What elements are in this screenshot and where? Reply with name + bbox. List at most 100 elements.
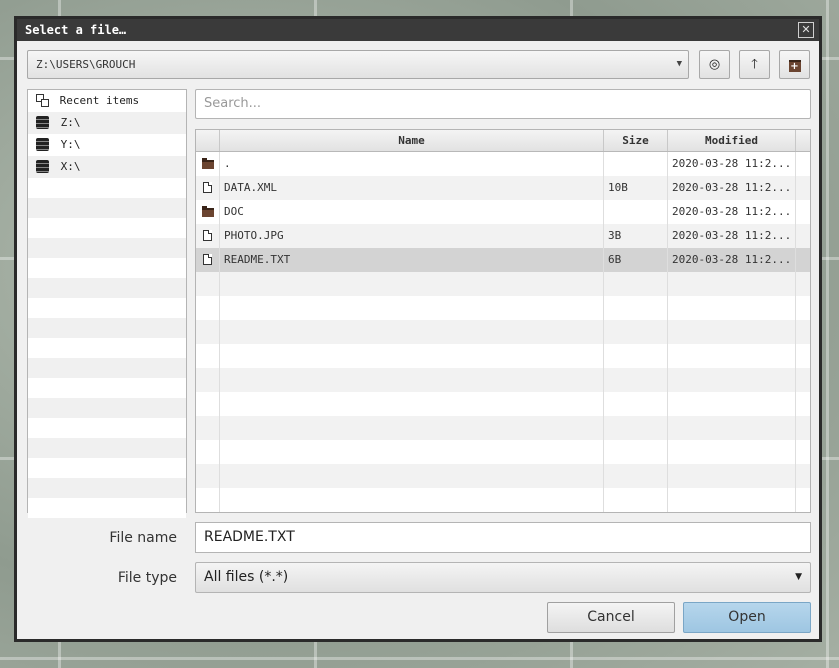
new-folder-button[interactable]: + — [779, 50, 810, 79]
row-icon-cell — [196, 176, 220, 200]
sidebar-empty-row — [28, 458, 186, 478]
sidebar-item-label: Y:\ — [60, 138, 81, 151]
row-extra-cell — [796, 248, 810, 272]
sidebar-item-drive-y[interactable]: Y:\ — [28, 134, 186, 156]
empty-row — [196, 272, 810, 296]
empty-cell — [796, 272, 810, 296]
file-name-label: File name — [109, 530, 177, 546]
empty-cell — [796, 296, 810, 320]
empty-cell — [220, 416, 604, 440]
empty-cell — [668, 320, 796, 344]
empty-cell — [668, 440, 796, 464]
sidebar-empty-row — [28, 378, 186, 398]
sidebar-empty-row — [28, 198, 186, 218]
sidebar-item-recent[interactable]: Recent items — [28, 90, 186, 112]
target-icon: ◎ — [708, 57, 721, 72]
empty-cell — [668, 344, 796, 368]
sidebar-item-drive-x[interactable]: X:\ — [28, 156, 186, 178]
empty-row — [196, 320, 810, 344]
column-header-name[interactable]: Name — [220, 130, 604, 151]
sidebar-empty-row — [28, 238, 186, 258]
empty-cell — [196, 368, 220, 392]
column-header-icon[interactable] — [196, 130, 220, 151]
file-name-cell: PHOTO.JPG — [220, 224, 604, 248]
file-name-cell: . — [220, 152, 604, 176]
search-input[interactable]: Search... — [195, 89, 811, 119]
sidebar-item-label: Recent items — [59, 94, 140, 107]
goto-location-button[interactable]: ◎ — [699, 50, 730, 79]
table-row[interactable]: DOC 2020-03-28 11:2... — [196, 200, 810, 224]
file-type-value: All files (*.*) — [204, 569, 289, 585]
file-modified-cell: 2020-03-28 11:2... — [668, 224, 796, 248]
file-modified-cell: 2020-03-28 11:2... — [668, 176, 796, 200]
new-folder-icon: + — [788, 60, 801, 72]
file-name-input[interactable]: README.TXT — [195, 522, 811, 553]
sidebar-empty-row — [28, 278, 186, 298]
table-row[interactable]: . 2020-03-28 11:2... — [196, 152, 810, 176]
dialog-title: Select a file… — [25, 23, 127, 37]
empty-cell — [604, 320, 668, 344]
recent-items-icon — [36, 94, 49, 107]
empty-cell — [220, 272, 604, 296]
empty-row — [196, 392, 810, 416]
empty-cell — [796, 392, 810, 416]
empty-cell — [796, 344, 810, 368]
file-name-cell: DATA.XML — [220, 176, 604, 200]
open-button[interactable]: Open — [683, 602, 811, 633]
table-row[interactable]: PHOTO.JPG 3B 2020-03-28 11:2... — [196, 224, 810, 248]
table-row[interactable]: README.TXT 6B 2020-03-28 11:2... — [196, 248, 810, 272]
row-extra-cell — [796, 176, 810, 200]
empty-cell — [796, 416, 810, 440]
column-header-modified[interactable]: Modified — [668, 130, 796, 151]
empty-cell — [668, 296, 796, 320]
empty-cell — [668, 368, 796, 392]
sidebar-empty-row — [28, 298, 186, 318]
empty-cell — [604, 344, 668, 368]
table-row[interactable]: DATA.XML 10B 2020-03-28 11:2... — [196, 176, 810, 200]
empty-cell — [604, 296, 668, 320]
path-dropdown[interactable]: Z:\USERS\GROUCH ▼ — [27, 50, 689, 79]
file-type-select[interactable]: All files (*.*) ▼ — [195, 562, 811, 593]
column-header-size[interactable]: Size — [604, 130, 668, 151]
sidebar-empty-row — [28, 498, 186, 518]
file-icon — [203, 254, 212, 265]
empty-cell — [668, 416, 796, 440]
sidebar-empty-row — [28, 338, 186, 358]
empty-cell — [196, 296, 220, 320]
cancel-button[interactable]: Cancel — [547, 602, 675, 633]
empty-cell — [220, 488, 604, 512]
file-rows: . 2020-03-28 11:2... DATA.XML 10B 2020-03-28… — [196, 152, 810, 512]
empty-cell — [196, 464, 220, 488]
file-type-label: File type — [117, 570, 177, 586]
empty-cell — [196, 392, 220, 416]
file-size-cell: 10B — [604, 176, 668, 200]
sidebar-empty-row — [28, 358, 186, 378]
row-extra-cell — [796, 152, 810, 176]
sidebar-empty-row — [28, 178, 186, 198]
file-icon — [203, 182, 212, 193]
empty-cell — [796, 488, 810, 512]
empty-cell — [796, 464, 810, 488]
sidebar-empty-row — [28, 218, 186, 238]
close-button[interactable]: ✕ — [798, 22, 814, 38]
file-icon — [203, 230, 212, 241]
empty-cell — [220, 296, 604, 320]
empty-row — [196, 368, 810, 392]
file-list[interactable]: Name Size Modified . 2020-03-28 11:2... DA… — [195, 129, 811, 513]
drive-icon — [36, 115, 49, 129]
file-list-header: Name Size Modified — [196, 130, 810, 152]
empty-cell — [196, 488, 220, 512]
row-icon-cell — [196, 200, 220, 224]
parent-folder-button[interactable]: 🡑 — [739, 50, 770, 79]
file-modified-cell: 2020-03-28 11:2... — [668, 200, 796, 224]
empty-cell — [220, 464, 604, 488]
file-size-cell: 3B — [604, 224, 668, 248]
file-size-cell: 6B — [604, 248, 668, 272]
sidebar-empty-row — [28, 478, 186, 498]
empty-cell — [220, 368, 604, 392]
file-dialog: Select a file… ✕ Z:\USERS\GROUCH ▼ ◎ 🡑 +… — [14, 16, 822, 642]
row-extra-cell — [796, 224, 810, 248]
sidebar-item-drive-z[interactable]: Z:\ — [28, 112, 186, 134]
empty-cell — [220, 344, 604, 368]
empty-cell — [604, 416, 668, 440]
